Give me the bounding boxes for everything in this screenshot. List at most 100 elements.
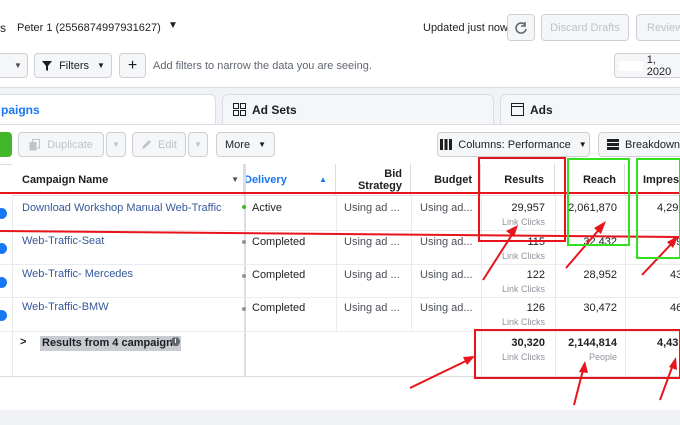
columns-label: Columns: Performance xyxy=(458,138,571,151)
chevron-down-icon: ▼ xyxy=(258,140,266,149)
duplicate-button[interactable]: Duplicate xyxy=(18,132,104,157)
results-value: 126 xyxy=(526,302,545,314)
bid-strategy-value: Using ad ... xyxy=(344,202,400,214)
refresh-button[interactable] xyxy=(507,14,535,41)
tab-ad-sets-label: Ad Sets xyxy=(252,102,297,117)
campaign-toggle[interactable] xyxy=(0,243,7,254)
budget-value: Using ad... xyxy=(420,302,473,314)
status-dot-icon xyxy=(242,205,246,209)
filter-search-input[interactable]: Add filters to narrow the data you are s… xyxy=(153,60,372,72)
filter-icon xyxy=(42,60,53,71)
header-results[interactable]: Results xyxy=(481,164,555,196)
header-impressions-label: Impress xyxy=(643,173,680,186)
results-value: 122 xyxy=(526,269,545,281)
header-reach[interactable]: Reach xyxy=(555,164,625,196)
summary-row: > Results from 4 campaigns i 30,320 Link… xyxy=(0,332,680,376)
header-budget-label: Budget xyxy=(434,173,472,186)
campaign-name-link[interactable]: Download Workshop Manual Web-Traffic xyxy=(22,201,222,215)
refresh-icon xyxy=(515,21,527,34)
duplicate-label: Duplicate xyxy=(47,138,93,151)
columns-icon xyxy=(440,139,453,150)
table-row: Web-Traffic-Seat Completed Using ad ... … xyxy=(0,231,680,264)
create-button[interactable] xyxy=(0,132,12,157)
more-label: More xyxy=(225,138,251,151)
status-dot-icon xyxy=(242,307,246,311)
header-budget[interactable]: Budget xyxy=(411,164,481,196)
more-button[interactable]: More ▼ xyxy=(216,132,275,157)
summary-reach-type: People xyxy=(588,351,617,362)
reach-value: 28,952 xyxy=(583,269,617,281)
tab-ad-sets[interactable]: Ad Sets xyxy=(222,94,494,124)
results-type: Link Clicks xyxy=(501,316,545,327)
date-redacted xyxy=(619,60,643,71)
delivery-status: Completed xyxy=(252,302,306,314)
reach-value: 30,472 xyxy=(583,302,617,314)
breakdown-label: Breakdown xyxy=(625,138,680,151)
breakdown-icon xyxy=(607,139,619,150)
pencil-icon xyxy=(142,140,152,149)
header-reach-label: Reach xyxy=(582,173,616,186)
edit-button[interactable]: Edit xyxy=(132,132,186,157)
header-campaign-name-label: Campaign Name xyxy=(22,173,109,186)
duplicate-dropdown[interactable]: ▼ xyxy=(106,132,126,157)
summary-label: Results from 4 campaigns xyxy=(40,336,181,351)
review-button[interactable]: Review xyxy=(636,14,680,41)
budget-value: Using ad... xyxy=(420,236,473,248)
header-delivery[interactable]: Delivery ▲ xyxy=(244,164,336,196)
discard-drafts-button[interactable]: Discard Drafts xyxy=(541,14,629,41)
campaign-name-link[interactable]: Web-Traffic-Seat xyxy=(22,234,104,248)
columns-button[interactable]: Columns: Performance ▼ xyxy=(437,132,590,157)
status-dot-icon xyxy=(242,240,246,244)
date-label: 1, 2020 xyxy=(646,53,672,78)
add-filter-button[interactable]: + xyxy=(119,53,146,78)
account-prefix: s xyxy=(0,21,6,35)
campaign-toggle[interactable] xyxy=(0,310,7,321)
chevron-down-icon: ▼ xyxy=(97,61,105,70)
budget-value: Using ad... xyxy=(420,202,473,214)
results-type: Link Clicks xyxy=(501,216,545,227)
info-icon[interactable]: i xyxy=(171,337,180,346)
delivery-status: Completed xyxy=(252,236,306,248)
tab-campaigns-label: paigns xyxy=(1,102,40,117)
header-impressions[interactable]: Impress xyxy=(625,164,680,196)
chevron-down-icon[interactable]: ▼ xyxy=(168,20,178,31)
edit-label: Edit xyxy=(158,138,177,151)
summary-reach: 2,144,814 xyxy=(568,337,617,349)
view-dropdown[interactable]: ▼ xyxy=(0,53,28,78)
budget-value: Using ad... xyxy=(420,269,473,281)
header-bid-strategy[interactable]: Bid Strategy xyxy=(336,164,411,196)
delivery-status: Completed xyxy=(252,269,306,281)
table-bottom-border xyxy=(0,376,680,377)
edit-dropdown[interactable]: ▼ xyxy=(188,132,208,157)
bid-strategy-value: Using ad ... xyxy=(344,269,400,281)
account-selector[interactable]: Peter 1 (2556874997931627) xyxy=(17,22,161,34)
delivery-status: Active xyxy=(252,202,282,214)
campaign-name-link[interactable]: Web-Traffic-BMW xyxy=(22,300,109,314)
table-row: Web-Traffic- Mercedes Completed Using ad… xyxy=(0,265,680,297)
summary-results: 30,320 xyxy=(511,337,545,349)
updated-status: Updated just now xyxy=(423,22,508,34)
filters-button[interactable]: Filters ▼ xyxy=(34,53,112,78)
ad-page-icon xyxy=(511,103,524,116)
table-row: Download Workshop Manual Web-Traffic Act… xyxy=(0,196,680,230)
summary-results-type: Link Clicks xyxy=(501,351,545,362)
chevron-down-icon: ▼ xyxy=(231,175,239,184)
status-dot-icon xyxy=(242,274,246,278)
table-footer xyxy=(0,380,680,410)
header-bid-strategy-label: Bid Strategy xyxy=(357,167,402,192)
results-type: Link Clicks xyxy=(501,250,545,261)
impressions-value: 49 xyxy=(670,236,680,248)
date-range-picker[interactable]: 1, 2020 xyxy=(614,53,680,78)
tab-ads[interactable]: Ads xyxy=(500,94,680,124)
tab-campaigns[interactable]: paigns xyxy=(0,94,216,124)
chevron-right-icon[interactable]: > xyxy=(20,336,26,348)
campaign-name-link[interactable]: Web-Traffic- Mercedes xyxy=(22,267,133,281)
table-row: Web-Traffic-BMW Completed Using ad ... U… xyxy=(0,298,680,331)
campaign-toggle[interactable] xyxy=(0,277,7,288)
breakdown-button[interactable]: Breakdown xyxy=(598,132,680,157)
header-campaign-name[interactable]: Campaign Name ▼ xyxy=(12,164,244,196)
impressions-value: 4,292 xyxy=(657,202,680,214)
chevron-down-icon: ▼ xyxy=(194,140,202,149)
chevron-down-icon: ▼ xyxy=(14,61,22,70)
campaign-toggle[interactable] xyxy=(0,208,7,219)
